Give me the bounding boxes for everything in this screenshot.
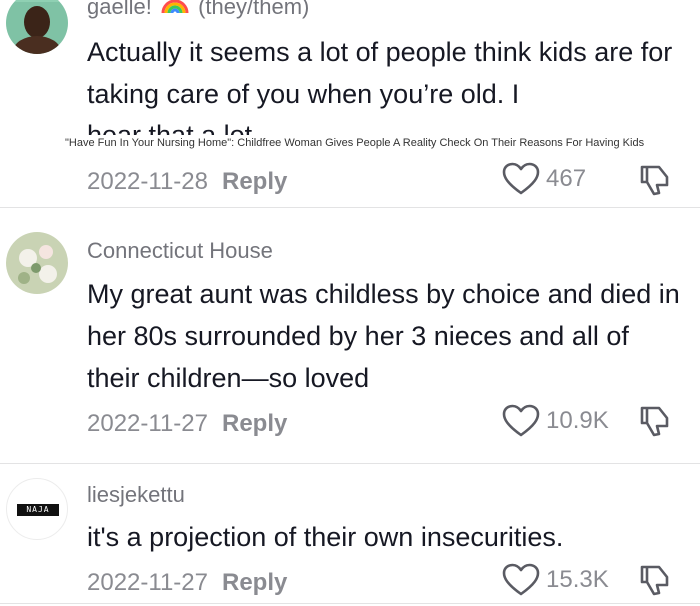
pronouns: (they/them) <box>198 0 310 19</box>
divider <box>0 463 700 464</box>
like-count: 10.9K <box>546 407 609 434</box>
like-count: 15.3K <box>546 566 609 593</box>
like-button[interactable]: 10.9K <box>502 404 609 438</box>
comment-date: 2022-11-27 <box>87 410 208 437</box>
comment-meta: 2022-11-27 Reply <box>87 569 287 597</box>
dislike-button[interactable] <box>638 163 672 197</box>
comment-text: My great aunt was childless by choice an… <box>87 279 680 393</box>
dislike-button[interactable] <box>638 563 672 597</box>
comment-date: 2022-11-27 <box>87 569 208 596</box>
comment-username-row: gaelle! (they/them) <box>87 0 309 21</box>
comment-text-cut-line: hear that a lot <box>87 120 253 135</box>
username[interactable]: gaelle! <box>87 0 152 19</box>
dislike-button[interactable] <box>638 404 672 438</box>
heart-outline-icon <box>502 162 540 196</box>
comment-meta: 2022-11-28 Reply <box>87 168 287 196</box>
heart-outline-icon <box>502 404 540 438</box>
username[interactable]: liesjekettu <box>87 482 185 508</box>
comment-text: Actually it seems a lot of people think … <box>87 37 673 109</box>
avatar[interactable]: NAJA <box>6 478 68 540</box>
divider <box>0 603 700 604</box>
reply-button[interactable]: Reply <box>222 168 287 195</box>
reply-button[interactable]: Reply <box>222 569 287 596</box>
naja-logo: NAJA <box>17 504 59 516</box>
like-count: 467 <box>546 165 587 192</box>
avatar[interactable] <box>6 0 68 54</box>
heart-outline-icon <box>502 563 540 597</box>
comment-text: it's a projection of their own insecurit… <box>87 522 564 552</box>
thumbs-down-icon <box>638 565 672 601</box>
divider <box>0 207 700 208</box>
like-button[interactable]: 467 <box>502 162 586 196</box>
thumbs-down-icon <box>638 406 672 442</box>
comment-date: 2022-11-28 <box>87 168 208 195</box>
rainbow-icon <box>160 0 190 21</box>
username[interactable]: Connecticut House <box>87 238 273 264</box>
thumbs-down-icon <box>638 165 672 201</box>
comment-meta: 2022-11-27 Reply <box>87 410 287 438</box>
like-button[interactable]: 15.3K <box>502 563 609 597</box>
avatar[interactable] <box>6 232 68 294</box>
reply-button[interactable]: Reply <box>222 410 287 437</box>
watermark-caption: "Have Fun In Your Nursing Home": Childfr… <box>62 135 700 152</box>
